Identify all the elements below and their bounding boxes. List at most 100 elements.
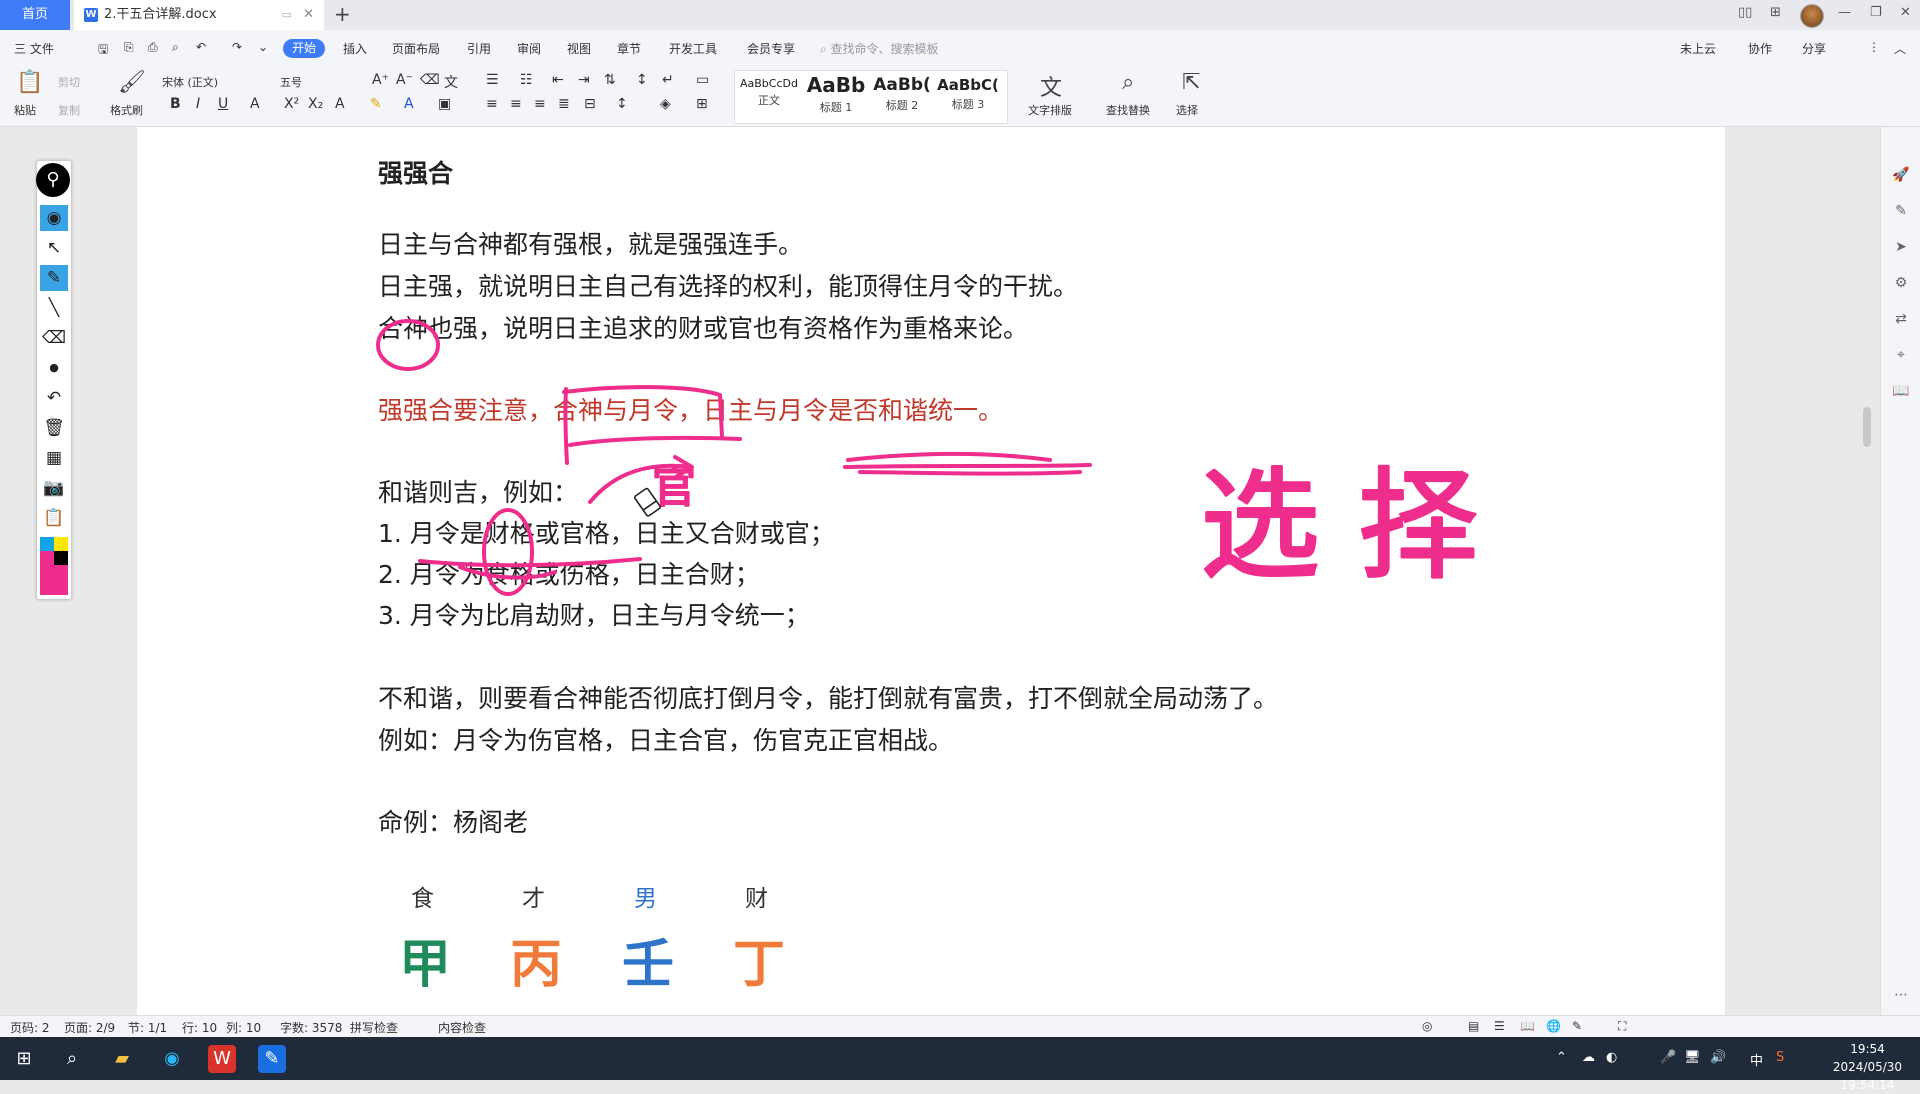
menu-member[interactable]: 会员专享 [747,40,795,57]
text-layout-button[interactable]: 文字排版 [1028,102,1072,118]
paste-icon[interactable]: 📋 [16,70,43,95]
share-button[interactable]: 分享 [1802,40,1826,57]
eraser-icon[interactable]: ⌫ [40,325,68,351]
settings-sliders-icon[interactable]: ⚙ [1891,275,1911,295]
collapse-ribbon-icon[interactable]: ︿ [1894,40,1906,57]
pointer-icon[interactable]: ➤ [1891,239,1911,259]
menu-review[interactable]: 审阅 [517,40,541,57]
strikethrough-button[interactable]: A [250,96,260,112]
char-border-button[interactable]: ▣ [438,96,451,112]
eye-protection-icon[interactable]: ◎ [1422,1019,1432,1033]
pin-icon[interactable]: ▭ [282,0,292,30]
increase-indent-icon[interactable]: ⇥ [578,72,590,88]
sort-icon[interactable]: ↕ [636,72,648,88]
align-right-icon[interactable]: ≡ [534,96,546,112]
spell-check-button[interactable]: 拼写检查 [350,1019,398,1036]
export-icon[interactable]: ⎘ [124,40,134,55]
document-page[interactable]: 强强合 日主与合神都有强根，就是强强连手。 日主强，就说明日主自己有选择的权利，… [137,127,1725,1015]
command-search[interactable]: ⌕ 查找命令、搜索模板 [820,40,939,57]
pen-icon[interactable]: ✎ [40,265,68,291]
content-check-button[interactable]: 内容检查 [438,1019,486,1036]
style-heading-2[interactable]: AaBb( 标题 2 [869,71,935,123]
document-tab[interactable]: W 2.干五合详解.docx ▭ ✕ [74,0,324,30]
undo-icon[interactable]: ↶ [196,40,206,54]
distribute-icon[interactable]: ⊟ [584,96,596,112]
clear-format-icon[interactable]: ⌫ [420,72,440,88]
pen-app-taskbar-icon[interactable]: ✎ [258,1045,286,1073]
shrink-font-icon[interactable]: A⁻ [396,72,413,88]
font-select[interactable]: 宋体 (正文) [162,74,277,92]
paste-button[interactable]: 粘贴 [14,102,36,118]
book-icon[interactable]: 📖 [1891,383,1911,403]
copy-button[interactable]: 复制 [58,102,80,118]
dot-icon[interactable]: ● [40,355,68,381]
grow-font-icon[interactable]: A⁺ [372,72,389,88]
browser-icon[interactable]: ◉ [158,1045,186,1073]
numbered-list-icon[interactable]: ☷ [520,72,533,88]
new-tab-button[interactable]: + [334,0,351,28]
highlight-icon[interactable]: ✎ [370,96,382,112]
vertical-scrollbar[interactable] [1863,407,1871,447]
write-view-icon[interactable]: ✎ [1572,1019,1582,1033]
windows-start-icon[interactable]: ⊞ [10,1045,38,1073]
preview-icon[interactable]: ⌕ [172,40,179,55]
text-layout-icon[interactable]: 文 [1040,70,1062,102]
read-view-icon[interactable]: 📖 [1520,1019,1535,1033]
find-icon[interactable]: ⌕ [1122,70,1134,95]
customize-icon[interactable]: ⌄ [258,40,268,54]
style-heading-1[interactable]: AaBb 标题 1 [803,71,869,123]
phonetic-icon[interactable]: 文 [444,72,458,92]
select-button[interactable]: 选择 [1176,102,1198,118]
justify-icon[interactable]: ≣ [558,96,570,112]
menu-home-tab[interactable]: 开始 [283,39,325,58]
cut-button[interactable]: 剪切 [58,74,80,90]
file-explorer-icon[interactable]: ▰ [108,1045,136,1073]
tray-overflow-icon[interactable]: ⌃ [1556,1050,1567,1065]
trash-icon[interactable]: 🗑 [40,415,68,441]
web-view-icon[interactable]: 🌐 [1546,1019,1561,1033]
shading-icon[interactable]: ◈ [660,96,671,112]
more-icon[interactable]: ⋮ [1868,40,1880,54]
avatar[interactable] [1800,4,1824,28]
restore-icon[interactable]: ❐ [1870,5,1882,20]
underline-button[interactable]: U [218,96,228,112]
translate-icon[interactable]: ⇄ [1891,311,1911,331]
color-swatch-magenta[interactable] [40,551,54,565]
undo-stroke-icon[interactable]: ↶ [40,385,68,411]
ime-indicator[interactable]: 中 [1750,1050,1763,1069]
home-tab[interactable]: 首页 [0,0,70,30]
print-icon[interactable]: ⎙ [148,40,158,55]
fit-page-icon[interactable]: ⛶ [1618,1019,1626,1034]
outline-view-icon[interactable]: ☰ [1494,1019,1505,1033]
clipboard-icon[interactable]: 📋 [40,505,68,531]
select-arrow-icon[interactable]: ↖ [40,235,68,261]
wps-office-icon[interactable]: W [208,1045,236,1073]
whiteboard-icon[interactable]: ▦ [40,445,68,471]
cloud-tray-icon[interactable]: ☁ [1582,1050,1595,1065]
close-window-icon[interactable]: ✕ [1900,5,1911,20]
color-palette[interactable] [40,537,68,595]
superscript-button[interactable]: X² [284,96,299,112]
cloud-status[interactable]: 未上云 [1680,40,1716,57]
borders-icon[interactable]: ⊞ [696,96,708,112]
minimize-icon[interactable]: — [1838,5,1851,20]
bold-button[interactable]: B [170,96,181,112]
pen-app-logo-icon[interactable]: ⚲ [36,163,70,197]
style-normal[interactable]: AaBbCcDd 正文 [735,71,803,123]
menu-references[interactable]: 引用 [467,40,491,57]
font-size-select[interactable]: 五号 [280,74,355,92]
camera-icon[interactable]: 📷 [40,475,68,501]
microphone-icon[interactable]: 🎤 [1660,1050,1676,1065]
close-tab-icon[interactable]: ✕ [303,0,314,30]
align-center-icon[interactable]: ≡ [510,96,522,112]
page-view-icon[interactable]: ▤ [1468,1019,1479,1033]
line-spacing-icon[interactable]: ↕ [616,96,628,112]
menu-insert[interactable]: 插入 [343,40,367,57]
more-options-icon[interactable]: ⋯ [1891,987,1911,1007]
menu-view[interactable]: 视图 [567,40,591,57]
subscript-button[interactable]: X₂ [308,96,323,112]
format-painter-button[interactable]: 格式刷 [110,102,143,118]
text-direction-icon[interactable]: ⇅ [604,72,616,88]
shield-tray-icon[interactable]: ◐ [1606,1050,1617,1065]
table-border-icon[interactable]: ▭ [696,72,709,88]
